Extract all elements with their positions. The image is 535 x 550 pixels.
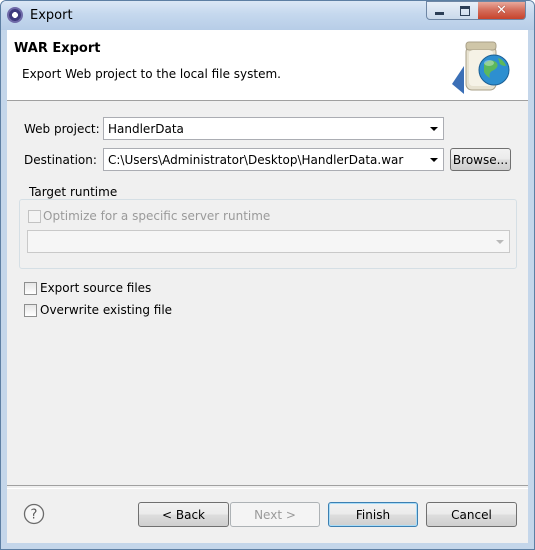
- chevron-down-icon: [496, 240, 504, 244]
- wizard-header: WAR Export Export Web project to the loc…: [7, 30, 528, 101]
- title-bar[interactable]: Export ✕: [1, 1, 534, 30]
- export-dialog: Export ✕ WAR Export Export Web project t…: [0, 0, 535, 550]
- cancel-button[interactable]: Cancel: [426, 502, 517, 527]
- eclipse-icon: [7, 7, 23, 23]
- war-archive-globe-icon: [452, 41, 510, 94]
- optimize-runtime-checkbox[interactable]: [28, 210, 41, 223]
- web-project-combo[interactable]: HandlerData: [103, 117, 444, 140]
- page-title: WAR Export: [14, 41, 101, 56]
- destination-value: C:\Users\Administrator\Desktop\HandlerDa…: [108, 153, 404, 167]
- page-description: Export Web project to the local file sys…: [22, 67, 281, 81]
- destination-combo[interactable]: C:\Users\Administrator\Desktop\HandlerDa…: [103, 148, 444, 171]
- chevron-down-icon: [430, 158, 438, 162]
- overwrite-label: Overwrite existing file: [40, 303, 173, 317]
- chevron-down-icon: [430, 127, 438, 131]
- next-button[interactable]: Next >: [230, 502, 320, 527]
- back-button[interactable]: < Back: [138, 502, 229, 527]
- close-icon: ✕: [496, 3, 507, 18]
- close-button[interactable]: ✕: [478, 1, 526, 20]
- web-project-value: HandlerData: [108, 122, 184, 136]
- optimize-runtime-label: Optimize for a specific server runtime: [43, 209, 271, 223]
- svg-text:?: ?: [31, 508, 38, 523]
- maximize-icon: [460, 5, 470, 16]
- window-title: Export: [30, 8, 73, 23]
- destination-label: Destination:: [24, 153, 97, 167]
- minimize-button[interactable]: [426, 1, 453, 20]
- runtime-combo[interactable]: [27, 230, 510, 253]
- finish-button[interactable]: Finish: [328, 502, 418, 527]
- export-source-checkbox[interactable]: [24, 282, 37, 295]
- export-source-label: Export source files: [40, 281, 152, 295]
- minimize-icon: [435, 12, 444, 15]
- target-runtime-title: Target runtime: [26, 185, 121, 199]
- dialog-content: WAR Export Export Web project to the loc…: [7, 30, 528, 543]
- web-project-label: Web project:: [24, 122, 100, 136]
- help-icon[interactable]: ?: [23, 503, 45, 525]
- browse-button[interactable]: Browse...: [450, 148, 511, 171]
- maximize-button[interactable]: [452, 1, 479, 20]
- button-bar-separator: [7, 485, 528, 489]
- overwrite-checkbox[interactable]: [24, 304, 37, 317]
